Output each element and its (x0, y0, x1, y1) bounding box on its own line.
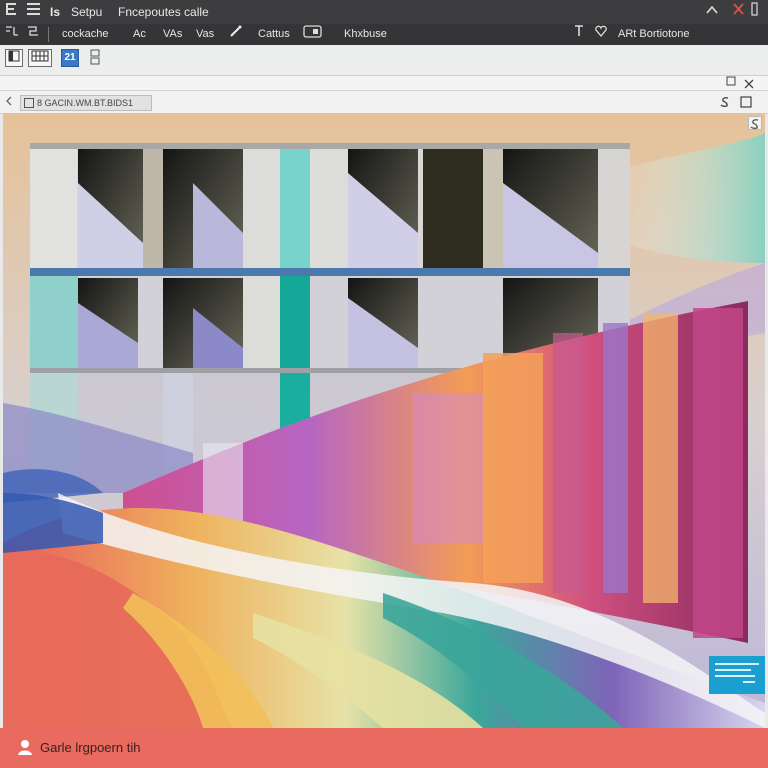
address-chip[interactable]: 8 GACIN.WM.BT.BIDS1 (20, 95, 152, 111)
app-name: Is (50, 5, 61, 19)
page-icon (24, 98, 34, 108)
toolbar-item-ac[interactable]: Ac (133, 24, 146, 45)
close-panel-icon[interactable] (744, 76, 758, 90)
user-icon[interactable] (16, 738, 34, 759)
window-icon[interactable] (303, 24, 323, 45)
menu-icon[interactable] (6, 0, 18, 24)
canvas-settings-icon[interactable] (748, 116, 762, 130)
title-bar: Is Setpu Fncepoutes calle (0, 0, 768, 24)
search-icon[interactable] (720, 95, 730, 113)
address-text: 8 GACIN.WM.BT.BIDS1 (37, 98, 134, 108)
close-icon[interactable] (733, 0, 745, 24)
artwork-image (3, 113, 765, 728)
filter-icon[interactable] (574, 24, 584, 45)
status-text: Garle lrgpoern tih (40, 740, 141, 755)
back-icon[interactable] (4, 95, 14, 110)
canvas-artwork[interactable] (3, 113, 765, 728)
split-icon[interactable] (89, 49, 101, 67)
toolbar-item-cattus[interactable]: Cattus (258, 24, 290, 45)
main-toolbar: cockache Ac VAs Vas Cattus Khxbuse ARt B… (0, 24, 768, 45)
number-icon[interactable]: 21 (61, 49, 79, 67)
toolbar-item-khxbuse[interactable]: Khxbuse (344, 24, 387, 45)
icon-row: 21 (0, 45, 768, 76)
undo-icon[interactable] (4, 24, 20, 45)
ruler-bar (0, 76, 768, 91)
toolbar-item-vas-2[interactable]: Vas (196, 24, 214, 45)
tab-setpu[interactable]: Setpu (71, 0, 102, 24)
sidebar-icon[interactable] (5, 49, 23, 67)
collapse-icon[interactable] (724, 76, 738, 90)
toolbar-right-label[interactable]: ARt Bortiotone (618, 24, 690, 45)
toolbar-item-cockache[interactable]: cockache (62, 24, 108, 45)
list-icon[interactable] (27, 0, 41, 24)
status-bar: Garle lrgpoern tih (0, 728, 768, 768)
minimize-icon[interactable] (706, 0, 718, 24)
heart-icon[interactable] (594, 24, 608, 45)
redo-icon[interactable] (26, 24, 42, 45)
address-bar: 8 GACIN.WM.BT.BIDS1 (0, 91, 768, 114)
window-title: Fncepoutes calle (118, 5, 209, 19)
grid-icon[interactable] (28, 49, 52, 67)
overflow-icon[interactable] (750, 0, 760, 24)
toolbar-divider (48, 27, 49, 42)
maximize-icon[interactable] (740, 95, 752, 113)
toolbar-item-vas[interactable]: VAs (163, 24, 182, 45)
pen-icon[interactable] (229, 24, 243, 45)
